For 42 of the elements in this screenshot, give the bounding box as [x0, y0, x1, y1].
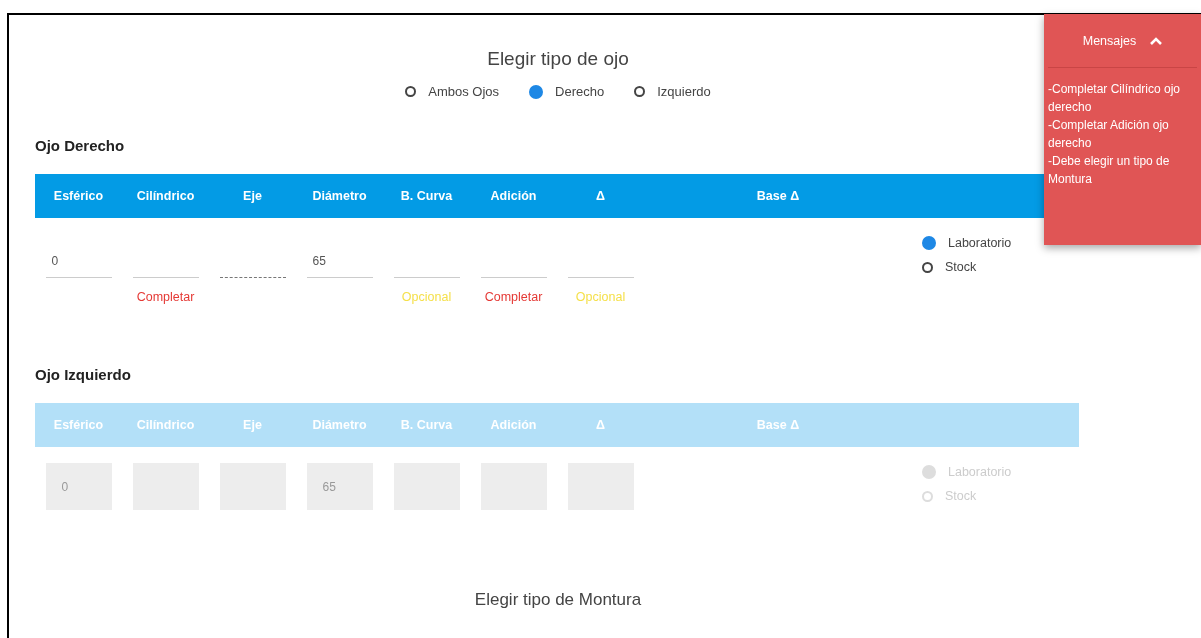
- ring-icon: [634, 86, 646, 97]
- message-text: -Completar Cilíndrico ojo derecho: [1048, 81, 1182, 116]
- hint-text: Completar: [484, 290, 543, 304]
- ring-icon: [405, 86, 417, 97]
- column-header: Diámetro: [311, 189, 368, 203]
- column-header: Δ: [595, 418, 606, 432]
- hint-text: Opcional: [401, 290, 452, 304]
- radio-option[interactable]: Derecho: [529, 84, 605, 99]
- column-header: Base Δ: [755, 418, 801, 432]
- column-header: Δ: [595, 189, 606, 203]
- message-text: -Debe elegir un tipo de Montura: [1048, 153, 1171, 188]
- column-header: B. Curva: [399, 189, 454, 203]
- messages-toggle[interactable]: Mensajes: [1048, 14, 1197, 68]
- input-field[interactable]: 65: [306, 244, 373, 278]
- section-title: Elegir tipo de Montura: [473, 590, 643, 610]
- filled-circle-icon: [922, 236, 936, 250]
- column-header: Eje: [242, 418, 263, 432]
- column-header: Base Δ: [755, 189, 801, 203]
- filled-circle-icon: [529, 84, 544, 99]
- hint-text: Completar: [136, 290, 195, 304]
- column-header: Esférico: [52, 189, 105, 203]
- section-title: Ojo Izquierdo: [35, 366, 131, 383]
- filled-circle-icon: [922, 465, 936, 479]
- input-field[interactable]: 0: [45, 244, 112, 278]
- hint-text: Opcional: [575, 290, 626, 304]
- radio-option[interactable]: Izquierdo: [634, 84, 711, 99]
- radio-option[interactable]: Laboratorio: [922, 236, 1012, 250]
- column-header: Cilíndrico: [135, 418, 196, 432]
- column-header: Eje: [242, 189, 263, 203]
- column-header: B. Curva: [399, 418, 454, 432]
- column-header: Adición: [489, 189, 538, 203]
- message-text: -Completar Adición ojo derecho: [1048, 117, 1170, 152]
- column-header: Esférico: [52, 418, 105, 432]
- radio-option[interactable]: Stock: [922, 260, 977, 274]
- section-title: Elegir tipo de ojo: [486, 47, 630, 70]
- ring-icon: [922, 490, 933, 502]
- ring-icon: [922, 261, 933, 273]
- column-header: Cilíndrico: [135, 189, 196, 203]
- section-title: Ojo Derecho: [35, 137, 125, 154]
- column-header: Adición: [489, 418, 538, 432]
- column-header: Diámetro: [311, 418, 368, 432]
- radio-option[interactable]: Ambos Ojos: [405, 84, 500, 99]
